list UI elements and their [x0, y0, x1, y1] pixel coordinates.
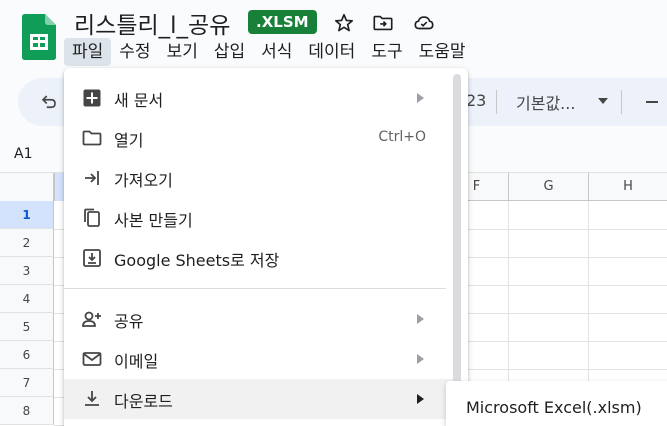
- copy-icon: [84, 208, 100, 227]
- column-header-g[interactable]: G: [508, 173, 588, 201]
- decrease-font-size-icon[interactable]: [646, 101, 658, 103]
- submenu-arrow-icon: [417, 314, 424, 324]
- column-header-h[interactable]: H: [588, 173, 667, 201]
- menu-insert[interactable]: 삽입: [206, 38, 253, 66]
- menu-item-email[interactable]: 이메일: [64, 339, 460, 379]
- menu-item-label: 다운로드: [114, 392, 173, 411]
- menu-help[interactable]: 도움말: [411, 38, 474, 66]
- document-title[interactable]: 리스틀리_l_공유: [74, 6, 230, 40]
- row-header-3[interactable]: 3: [0, 257, 54, 285]
- menu-item-label: 가져오기: [114, 171, 173, 190]
- menu-tools[interactable]: 도구: [363, 38, 410, 66]
- menu-item-label: 공유: [114, 312, 144, 331]
- email-icon: [82, 352, 102, 366]
- menu-data[interactable]: 데이터: [300, 38, 363, 66]
- file-type-badge: .XLSM: [248, 10, 317, 34]
- font-dropdown-caret-icon[interactable]: [598, 98, 608, 104]
- star-icon[interactable]: [333, 12, 355, 34]
- menu-scrollbar[interactable]: [453, 74, 461, 426]
- shortcut-hint: Ctrl+O: [378, 129, 426, 145]
- google-sheets-app: 리스틀리_l_공유 .XLSM 파일 수정 보기 삽입 서식 데이터 도구 도움…: [0, 0, 667, 426]
- menu-item-download[interactable]: 다운로드: [64, 379, 460, 419]
- menu-item-save-as-sheets[interactable]: Google Sheets로 저장: [64, 238, 460, 278]
- move-folder-icon[interactable]: [372, 12, 394, 34]
- menu-item-label: 이메일: [114, 352, 159, 371]
- new-document-icon: [83, 89, 101, 107]
- menu-item-label: 열기: [114, 131, 144, 150]
- submenu-item-xlsm[interactable]: Microsoft Excel(.xlsm): [466, 398, 642, 417]
- menu-item-new[interactable]: 새 문서: [64, 78, 460, 118]
- toolbar-divider: [621, 90, 622, 114]
- cloud-saved-icon[interactable]: [413, 12, 435, 34]
- submenu-arrow-icon: [417, 93, 424, 103]
- menu-item-label: 사본 만들기: [114, 211, 193, 230]
- sheets-logo-icon[interactable]: [22, 14, 56, 60]
- folder-icon: [82, 130, 102, 146]
- row-header-8[interactable]: 8: [0, 397, 54, 425]
- menu-format[interactable]: 서식: [253, 38, 300, 66]
- row-header-2[interactable]: 2: [0, 229, 54, 257]
- name-box[interactable]: A1: [14, 146, 32, 162]
- row-header-1[interactable]: 1: [0, 201, 54, 229]
- row-header-5[interactable]: 5: [0, 313, 54, 341]
- menubar: 파일 수정 보기 삽입 서식 데이터 도구 도움말: [64, 38, 474, 66]
- row-header-7[interactable]: 7: [0, 369, 54, 397]
- menu-edit[interactable]: 수정: [111, 38, 158, 66]
- download-submenu: Microsoft Excel(.xlsm): [446, 381, 667, 426]
- select-all-corner[interactable]: [0, 173, 54, 201]
- person-add-icon: [82, 311, 101, 327]
- save-icon: [83, 249, 101, 267]
- menu-item-open[interactable]: 열기 Ctrl+O: [64, 118, 460, 158]
- menu-file[interactable]: 파일: [64, 38, 112, 66]
- menu-view[interactable]: 보기: [159, 38, 206, 66]
- submenu-arrow-icon: [417, 354, 424, 364]
- menu-divider: [64, 288, 446, 289]
- submenu-arrow-icon: [417, 394, 424, 404]
- menu-item-label: Google Sheets로 저장: [114, 251, 280, 270]
- row-header-4[interactable]: 4: [0, 285, 54, 313]
- number-format-button[interactable]: 23: [466, 91, 486, 110]
- font-family-select[interactable]: 기본값...: [516, 90, 575, 114]
- row-header-6[interactable]: 6: [0, 341, 54, 369]
- menu-item-share[interactable]: 공유: [64, 299, 460, 339]
- menu-item-make-copy[interactable]: 사본 만들기: [64, 198, 460, 238]
- undo-icon[interactable]: [40, 93, 58, 111]
- menu-item-label: 새 문서: [114, 91, 164, 110]
- menu-item-import[interactable]: 가져오기: [64, 158, 460, 198]
- import-icon: [85, 171, 99, 185]
- download-icon: [85, 391, 99, 406]
- file-menu: 새 문서 열기 Ctrl+O 가져오기 사본 만들기 Google Sheets…: [64, 68, 468, 426]
- toolbar-divider: [496, 90, 497, 114]
